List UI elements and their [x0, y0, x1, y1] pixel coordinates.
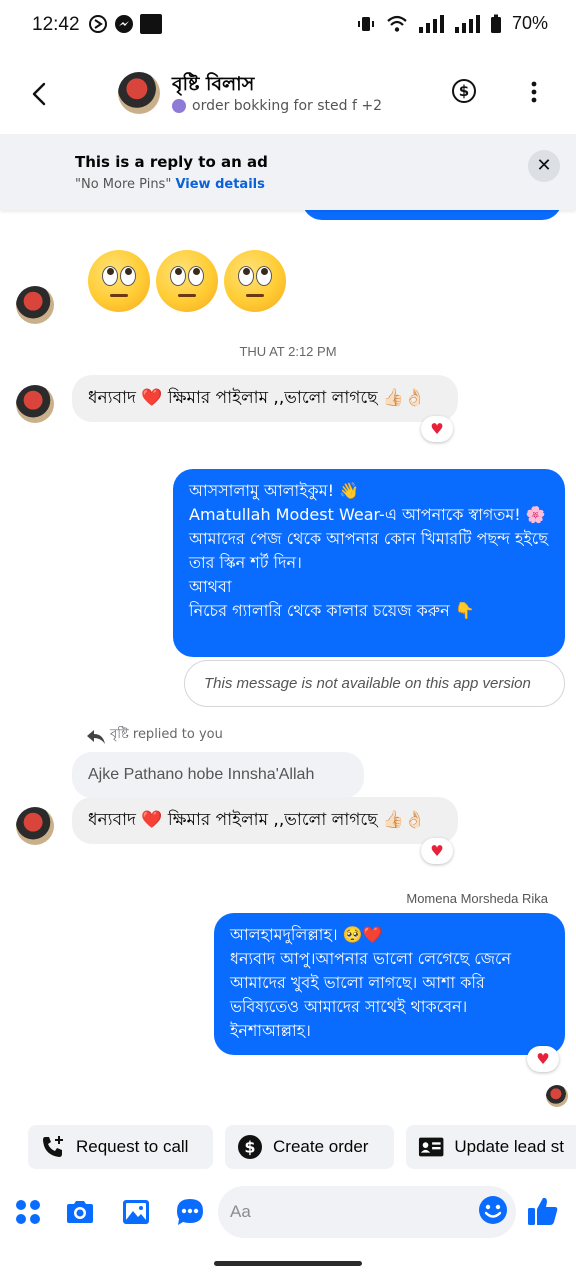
update-lead-label: Update lead st	[454, 1137, 564, 1156]
create-order-label: Create order	[273, 1137, 369, 1156]
dollar-circle-icon: $	[238, 1135, 262, 1159]
incoming-message-bubble[interactable]: ধন্যবাদ ❤️ ক্ষিমার পাইলাম ,,ভালো লাগছে 👍…	[72, 797, 458, 844]
message-input-placeholder: Aa	[230, 1202, 251, 1221]
battery-percentage: 70%	[511, 13, 548, 33]
thumbs-up-icon[interactable]	[526, 1194, 560, 1228]
camera-icon[interactable]	[64, 1196, 96, 1228]
unavailable-message-notice[interactable]: This message is not available on this ap…	[184, 660, 565, 707]
app-thumbnail-icon	[140, 14, 162, 34]
view-details-link[interactable]: View details	[175, 177, 264, 192]
chat-header: বৃষ্টি বিলাস order bokking for sted f +2…	[0, 50, 576, 134]
status-time: 12:42	[32, 14, 80, 35]
banner-ad-name: "No More Pins"	[75, 177, 172, 192]
request-call-button[interactable]: Request to call	[28, 1125, 213, 1169]
contact-labels: order bokking for sted f +2	[192, 98, 382, 114]
dollar-icon[interactable]: $	[452, 79, 476, 103]
back-arrow-icon[interactable]	[22, 76, 58, 112]
face-with-rolling-eyes-icon	[156, 250, 218, 312]
signal-icon-1	[418, 14, 444, 33]
battery-icon	[490, 14, 501, 33]
banner-subtitle: "No More Pins" View details	[75, 177, 265, 192]
label-dot-icon	[172, 99, 186, 113]
contact-subtitle[interactable]: order bokking for sted f +2	[172, 98, 382, 114]
status-system-icons: 70%	[356, 13, 548, 34]
vibrate-icon	[357, 16, 374, 31]
more-vertical-icon[interactable]	[528, 80, 540, 104]
heart-reaction-icon[interactable]: ♥	[421, 838, 453, 864]
home-indicator[interactable]	[214, 1261, 362, 1266]
message-timestamp: THU AT 2:12 PM	[239, 344, 337, 359]
request-call-label: Request to call	[76, 1137, 189, 1156]
emoji-message[interactable]	[88, 250, 286, 312]
chat-bubble-icon[interactable]	[174, 1196, 206, 1228]
close-banner-button[interactable]: ✕	[528, 150, 560, 182]
messenger-icon	[115, 15, 133, 33]
heart-reaction-icon[interactable]: ♥	[421, 416, 453, 442]
svg-text:$: $	[244, 1138, 255, 1157]
heart-reaction-icon[interactable]: ♥	[527, 1046, 559, 1072]
emoji-icon[interactable]	[478, 1195, 508, 1225]
outgoing-message-bubble[interactable]: আলহামদুলিল্লাহ। 🥺❤️ ধন্যবাদ আপু।আপনার ভা…	[214, 913, 565, 1055]
sender-name: Momena Morsheda Rika	[406, 891, 548, 906]
face-with-rolling-eyes-icon	[224, 250, 286, 312]
reply-arrow-icon	[87, 730, 105, 744]
apps-grid-icon[interactable]	[12, 1196, 44, 1228]
seen-avatar	[546, 1085, 568, 1107]
update-lead-button[interactable]: Update lead st	[406, 1125, 576, 1169]
face-with-rolling-eyes-icon	[88, 250, 150, 312]
banner-title: This is a reply to an ad	[75, 153, 268, 171]
replied-to-label: বৃষ্টি replied to you	[86, 726, 226, 746]
outgoing-message-bubble[interactable]: আসসালামু আলাইকুম! 👋 Amatullah Modest Wea…	[173, 469, 565, 657]
blocked-notification-icon	[89, 15, 107, 33]
replied-to-text: বৃষ্টি replied to you	[110, 727, 223, 742]
sender-avatar[interactable]	[16, 385, 54, 423]
gallery-icon[interactable]	[120, 1196, 152, 1228]
sender-avatar[interactable]	[16, 286, 54, 324]
message-input[interactable]: Aa	[218, 1186, 516, 1238]
wifi-icon	[387, 15, 407, 32]
ad-reply-banner: This is a reply to an ad "No More Pins" …	[0, 134, 576, 210]
sender-avatar[interactable]	[16, 807, 54, 845]
signal-icon-2	[454, 14, 480, 33]
contact-avatar[interactable]	[118, 72, 160, 114]
status-notification-icons	[88, 14, 162, 34]
id-card-icon	[418, 1137, 444, 1157]
status-bar: 12:42 70%	[0, 0, 576, 50]
quoted-message[interactable]: Ajke Pathano hobe Innsha'Allah	[72, 752, 364, 798]
incoming-message-bubble[interactable]: ধন্যবাদ ❤️ ক্ষিমার পাইলাম ,,ভালো লাগছে 👍…	[72, 375, 458, 422]
phone-add-icon	[43, 1136, 63, 1157]
create-order-button[interactable]: $ Create order	[225, 1125, 394, 1169]
